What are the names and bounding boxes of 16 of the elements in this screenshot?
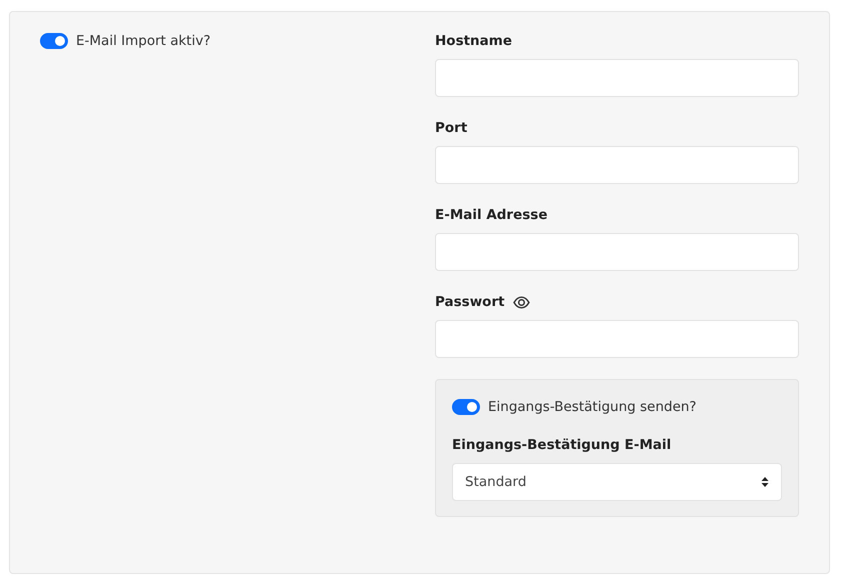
- toggle-label: Eingangs-Bestätigung senden?: [488, 399, 696, 415]
- input-field[interactable]: [435, 59, 799, 97]
- toggle-switch[interactable]: [452, 399, 480, 415]
- field-label: E-Mail Adresse: [435, 207, 548, 223]
- eye-icon[interactable]: [512, 294, 530, 310]
- select-dropdown[interactable]: Standard: [452, 463, 782, 501]
- toggle-label: E-Mail Import aktiv?: [76, 33, 210, 49]
- select-label: Eingangs-Bestätigung E-Mail: [452, 437, 672, 453]
- input-field[interactable]: [435, 320, 799, 358]
- sort-caret-icon: [761, 476, 769, 488]
- toggle-switch[interactable]: [40, 33, 68, 49]
- field-label: Port: [435, 120, 468, 136]
- field-label: Hostname: [435, 33, 512, 49]
- input-field[interactable]: [435, 146, 799, 184]
- input-field[interactable]: [435, 233, 799, 271]
- field-label: Passwort: [435, 294, 505, 310]
